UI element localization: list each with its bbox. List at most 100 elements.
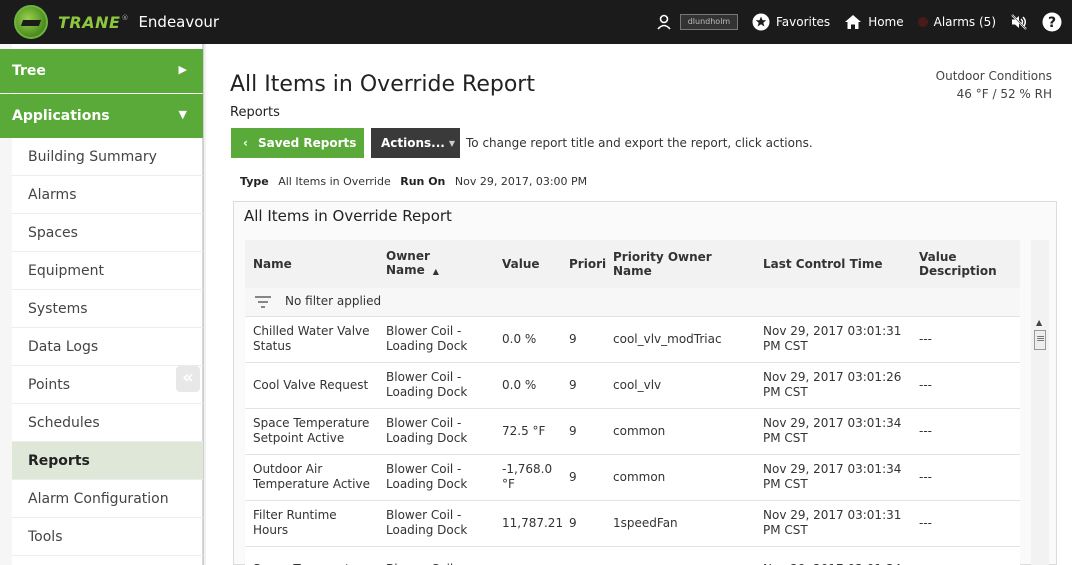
cell-priority: 9 bbox=[569, 331, 577, 346]
home-icon bbox=[845, 15, 862, 29]
cell-last-control-time: Nov 29, 2017 03:01:34 bbox=[755, 546, 911, 565]
cell-priority-owner: common bbox=[613, 469, 666, 484]
run-on-label: Run On bbox=[400, 175, 446, 188]
brand-name: TRANE bbox=[58, 12, 121, 32]
cell-name: Space Temperature Setpoint Active bbox=[253, 416, 370, 445]
star-icon bbox=[752, 13, 770, 31]
chevron-down-icon: ▼ bbox=[448, 138, 456, 148]
user-name: dlundholm bbox=[679, 14, 738, 30]
column-header-priority[interactable]: Priori bbox=[567, 240, 606, 288]
alarms-link[interactable]: Alarms (5) bbox=[917, 15, 996, 29]
cell-last-control-time: Nov 29, 2017 03:01:31 PM CST bbox=[763, 508, 902, 537]
cell-value-description: --- bbox=[919, 377, 932, 392]
sidebar-applications-header[interactable]: Applications ▼ bbox=[0, 94, 203, 138]
table-header-row: Name Owner Name ▲ Value Priori Priority O… bbox=[245, 240, 1020, 288]
column-header-value[interactable]: Value bbox=[494, 240, 567, 288]
sidebar-item-systems[interactable]: Systems bbox=[12, 290, 203, 328]
sidebar-tree-header[interactable]: Tree ▶ bbox=[0, 49, 203, 93]
collapse-sidebar-button[interactable]: « bbox=[176, 366, 200, 392]
cell-owner-name: Blower Coil - Loading Dock bbox=[386, 416, 468, 445]
help-icon: ? bbox=[1042, 12, 1062, 32]
column-header-name[interactable]: Name bbox=[245, 240, 378, 288]
sound-muted-icon bbox=[1011, 14, 1027, 30]
help-button[interactable]: ? bbox=[1042, 12, 1062, 32]
table-row[interactable]: Space Temperature Blower Coil - Nov 29, … bbox=[245, 546, 1020, 565]
cell-priority: 9 bbox=[569, 515, 577, 530]
sidebar-item-reports[interactable]: Reports bbox=[12, 442, 203, 480]
cell-owner-name: Blower Coil - Loading Dock bbox=[386, 370, 468, 399]
actions-button[interactable]: Actions... ▼ bbox=[371, 128, 460, 158]
cell-priority: 9 bbox=[569, 423, 577, 438]
cell-priority-owner: 1speedFan bbox=[613, 515, 678, 530]
mute-button[interactable] bbox=[1010, 13, 1028, 31]
report-meta: Type All Items in Override Run On Nov 29… bbox=[240, 175, 587, 188]
cell-last-control-time: Nov 29, 2017 03:01:31 PM CST bbox=[763, 324, 902, 353]
svg-text:?: ? bbox=[1048, 15, 1056, 31]
sidebar-item-schedules[interactable]: Schedules bbox=[12, 404, 203, 442]
home-label: Home bbox=[868, 15, 904, 29]
actions-label: Actions... bbox=[381, 136, 445, 150]
table-row[interactable]: Chilled Water Valve Status Blower Coil -… bbox=[245, 316, 1020, 362]
favorites-label: Favorites bbox=[775, 15, 831, 29]
scroll-up-icon[interactable]: ▲ bbox=[1036, 318, 1042, 327]
sidebar-splitter[interactable] bbox=[203, 44, 206, 565]
filter-row[interactable]: No filter applied bbox=[245, 288, 1020, 316]
table-scrollbar[interactable]: ▲ bbox=[1031, 240, 1049, 565]
sort-ascending-icon: ▲ bbox=[432, 267, 439, 276]
cell-name: Cool Valve Request bbox=[253, 377, 369, 392]
cell-priority-owner bbox=[605, 546, 755, 565]
table-row[interactable]: Cool Valve Request Blower Coil - Loading… bbox=[245, 362, 1020, 408]
saved-reports-button[interactable]: ‹ Saved Reports bbox=[231, 128, 364, 158]
sidebar-item-equipment[interactable]: Equipment bbox=[12, 252, 203, 290]
filter-cell: No filter applied bbox=[245, 288, 1020, 316]
cell-value-description: --- bbox=[919, 423, 932, 438]
user-menu[interactable]: dlundholm bbox=[656, 14, 738, 30]
cell-value-description: --- bbox=[919, 331, 932, 346]
cell-value bbox=[494, 546, 567, 565]
cell-value-description bbox=[911, 546, 1020, 565]
cell-value-description: --- bbox=[919, 469, 932, 484]
cell-owner-name: Blower Coil - Loading Dock bbox=[386, 462, 468, 491]
applications-label: Applications bbox=[12, 108, 110, 124]
column-header-priority-owner-name[interactable]: Priority Owner Name bbox=[605, 240, 755, 288]
alarms-label: Alarms (5) bbox=[933, 15, 996, 29]
filter-status: No filter applied bbox=[285, 294, 382, 309]
sidebar-item-spaces[interactable]: Spaces bbox=[12, 214, 203, 252]
cell-priority: 9 bbox=[569, 377, 577, 392]
sidebar-item-points[interactable]: Points bbox=[12, 366, 203, 404]
sidebar-item-data-logs[interactable]: Data Logs bbox=[12, 328, 203, 366]
table-row[interactable]: Filter Runtime Hours Blower Coil - Loadi… bbox=[245, 500, 1020, 546]
cell-last-control-time: Nov 29, 2017 03:01:26 PM CST bbox=[763, 370, 902, 399]
cell-name: Outdoor Air Temperature Active bbox=[253, 462, 370, 491]
brand[interactable]: TRANE ® Endeavour bbox=[14, 5, 219, 39]
column-header-value-description[interactable]: Value Description bbox=[911, 240, 1020, 288]
column-header-last-control-time[interactable]: Last Control Time bbox=[755, 240, 911, 288]
favorites-link[interactable]: Favorites bbox=[752, 13, 830, 31]
sidebar-item-alarm-configuration[interactable]: Alarm Configuration bbox=[12, 480, 203, 518]
report-title: All Items in Override Report bbox=[244, 207, 452, 225]
breadcrumb: Reports bbox=[230, 105, 280, 120]
column-header-owner-name[interactable]: Owner Name ▲ bbox=[378, 240, 494, 288]
home-link[interactable]: Home bbox=[844, 14, 904, 30]
cell-value: 11,787.21 bbox=[502, 515, 564, 530]
table-row[interactable]: Space Temperature Setpoint Active Blower… bbox=[245, 408, 1020, 454]
outdoor-conditions: Outdoor Conditions 46 °F / 52 % RH bbox=[936, 67, 1052, 103]
filter-icon[interactable] bbox=[255, 296, 271, 308]
actions-hint: To change report title and export the re… bbox=[466, 136, 813, 150]
sidebar-item-alarms[interactable]: Alarms bbox=[12, 176, 203, 214]
saved-reports-label: Saved Reports bbox=[257, 136, 357, 150]
sidebar-item-building-summary[interactable]: Building Summary bbox=[12, 138, 203, 176]
cell-value: 0.0 % bbox=[502, 331, 537, 346]
cell-value: 72.5 °F bbox=[502, 423, 546, 438]
page-title: All Items in Override Report bbox=[230, 72, 535, 97]
collapse-arrow-icon: ▼ bbox=[178, 108, 187, 121]
brand-registered-mark: ® bbox=[121, 14, 129, 22]
cell-value: 0.0 % bbox=[502, 377, 537, 392]
cell-owner-name: Blower Coil - Loading Dock bbox=[386, 508, 468, 537]
sidebar-item-tools[interactable]: Tools bbox=[12, 518, 203, 556]
table-row[interactable]: Outdoor Air Temperature Active Blower Co… bbox=[245, 454, 1020, 500]
tree-label: Tree bbox=[12, 63, 46, 79]
top-nav: dlundholm Favorites Home Alarms (5) ? bbox=[642, 0, 1062, 44]
scrollbar-thumb[interactable] bbox=[1034, 330, 1046, 350]
user-icon bbox=[657, 14, 671, 30]
